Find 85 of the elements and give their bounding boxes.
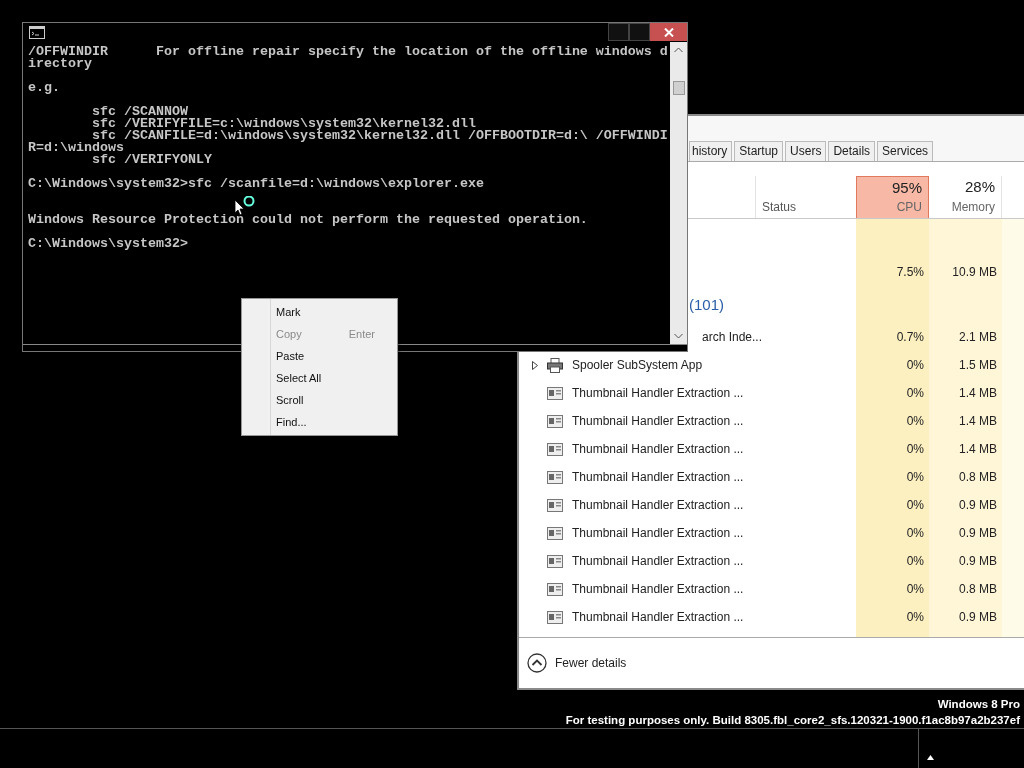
column-header[interactable]: 28% Memory xyxy=(929,176,1002,218)
memory-value: 1.5 MB xyxy=(959,358,997,372)
window-icon xyxy=(547,470,563,484)
cpu-value: 0.7% xyxy=(896,330,924,344)
close-button[interactable] xyxy=(650,23,687,41)
expand-arrow-icon[interactable] xyxy=(532,360,538,370)
window-icon xyxy=(547,498,563,512)
cpu-value: 7.5% xyxy=(896,265,924,279)
scroll-up-icon[interactable] xyxy=(674,47,683,53)
memory-value: 10.9 MB xyxy=(952,265,997,279)
column-header[interactable]: Status xyxy=(762,200,797,214)
edition-label: Windows 8 Pro xyxy=(937,697,1020,712)
process-name: arch Inde... xyxy=(702,330,763,344)
console-line: /OFFWINDIR For offline repair specify the location of the offline windows d xyxy=(28,46,668,58)
tab[interactable]: Startup xyxy=(734,141,784,161)
printer-icon xyxy=(547,357,563,373)
window-icon xyxy=(547,610,563,624)
memory-value: 0.9 MB xyxy=(959,498,997,512)
menu-item[interactable]: Paste xyxy=(244,345,395,367)
window-icon xyxy=(547,582,563,596)
memory-value: 0.9 MB xyxy=(959,554,997,568)
group-heading: (101) xyxy=(689,296,725,313)
process-name: Thumbnail Handler Extraction ... xyxy=(572,554,744,568)
console-line: irectory xyxy=(28,58,92,70)
cpu-value: 0% xyxy=(906,442,924,456)
console-line: R=d:\windows xyxy=(28,142,124,154)
memory-value: 0.8 MB xyxy=(959,582,997,596)
window-icon xyxy=(547,526,563,540)
fewer-details-button[interactable]: Fewer details xyxy=(527,653,627,673)
close-icon xyxy=(663,27,674,37)
process-name: Thumbnail Handler Extraction ... xyxy=(572,386,744,400)
tab[interactable]: Details xyxy=(828,141,876,161)
menu-item[interactable]: Scroll xyxy=(244,389,395,411)
memory-value: 1.4 MB xyxy=(959,414,997,428)
menu-item[interactable]: Find... xyxy=(244,411,395,433)
console-line: sfc /VERIFYONLY xyxy=(91,154,212,166)
tab[interactable]: Services xyxy=(877,141,934,161)
cpu-value: 0% xyxy=(906,470,924,484)
up-arrow-icon[interactable] xyxy=(927,755,934,760)
cpu-value: 0% xyxy=(906,610,924,624)
console-icon xyxy=(29,26,45,39)
memory-value: 1.4 MB xyxy=(959,442,997,456)
console-line: sfc /VERIFYFILE=c:\windows\system32\kernel32.dll xyxy=(91,118,476,130)
cpu-value: 0% xyxy=(906,526,924,540)
process-name: Thumbnail Handler Extraction ... xyxy=(572,498,744,512)
memory-value: 0.8 MB xyxy=(959,470,997,484)
console-line: C:\Windows\system32> xyxy=(28,238,188,250)
process-name: Thumbnail Handler Extraction ... xyxy=(572,582,744,596)
process-name: Spooler SubSystem App xyxy=(572,358,703,372)
cpu-value: 0% xyxy=(906,498,924,512)
maximize-button[interactable] xyxy=(629,23,650,41)
menu-item[interactable]: Mark xyxy=(244,301,395,323)
process-name: Thumbnail Handler Extraction ... xyxy=(572,442,744,456)
build-label: For testing purposes only. Build 8305.fbl_core2_sfs.120321-1900.f1ac8b97a2b237ef xyxy=(565,713,1020,728)
console-line: sfc /SCANFILE=d:\windows\system32\kernel32.dll /OFFBOOTDIR=d:\ /OFFWINDI xyxy=(92,130,668,142)
memory-value: 2.1 MB xyxy=(959,330,997,344)
process-name: Thumbnail Handler Extraction ... xyxy=(572,526,744,540)
process-name: Thumbnail Handler Extraction ... xyxy=(572,470,744,484)
console-line: e.g. xyxy=(28,82,60,94)
process-name: Thumbnail Handler Extraction ... xyxy=(572,414,744,428)
tab[interactable]: history xyxy=(689,141,733,161)
scrollbar[interactable] xyxy=(670,42,687,344)
memory-value: 0.9 MB xyxy=(959,526,997,540)
console-line: C:\Windows\system32>sfc /scanfile=d:\windows\explorer.exe xyxy=(28,178,484,190)
column-header[interactable]: 95% CPU xyxy=(856,176,929,218)
scroll-down-icon[interactable] xyxy=(674,333,683,339)
cpu-value: 0% xyxy=(906,582,924,596)
console-line: sfc /SCANNOW xyxy=(91,106,188,118)
cpu-value: 0% xyxy=(906,358,924,372)
cpu-value: 0% xyxy=(906,414,924,428)
window-icon xyxy=(547,442,563,456)
window-icon xyxy=(547,414,563,428)
window-icon xyxy=(547,554,563,568)
menu-item[interactable]: Select All xyxy=(244,367,395,389)
scroll-thumb[interactable] xyxy=(672,81,685,95)
cpu-value: 0% xyxy=(906,386,924,400)
window-icon xyxy=(547,386,563,400)
console-line: Windows Resource Protection could not perform the requested operation. xyxy=(28,214,588,226)
chevron-up-icon xyxy=(527,653,547,673)
minimize-button[interactable] xyxy=(608,23,629,41)
process-name: Thumbnail Handler Extraction ... xyxy=(572,610,744,624)
memory-value: 1.4 MB xyxy=(959,386,997,400)
tab[interactable]: Users xyxy=(785,141,827,161)
cpu-value: 0% xyxy=(906,554,924,568)
memory-value: 0.9 MB xyxy=(959,610,997,624)
